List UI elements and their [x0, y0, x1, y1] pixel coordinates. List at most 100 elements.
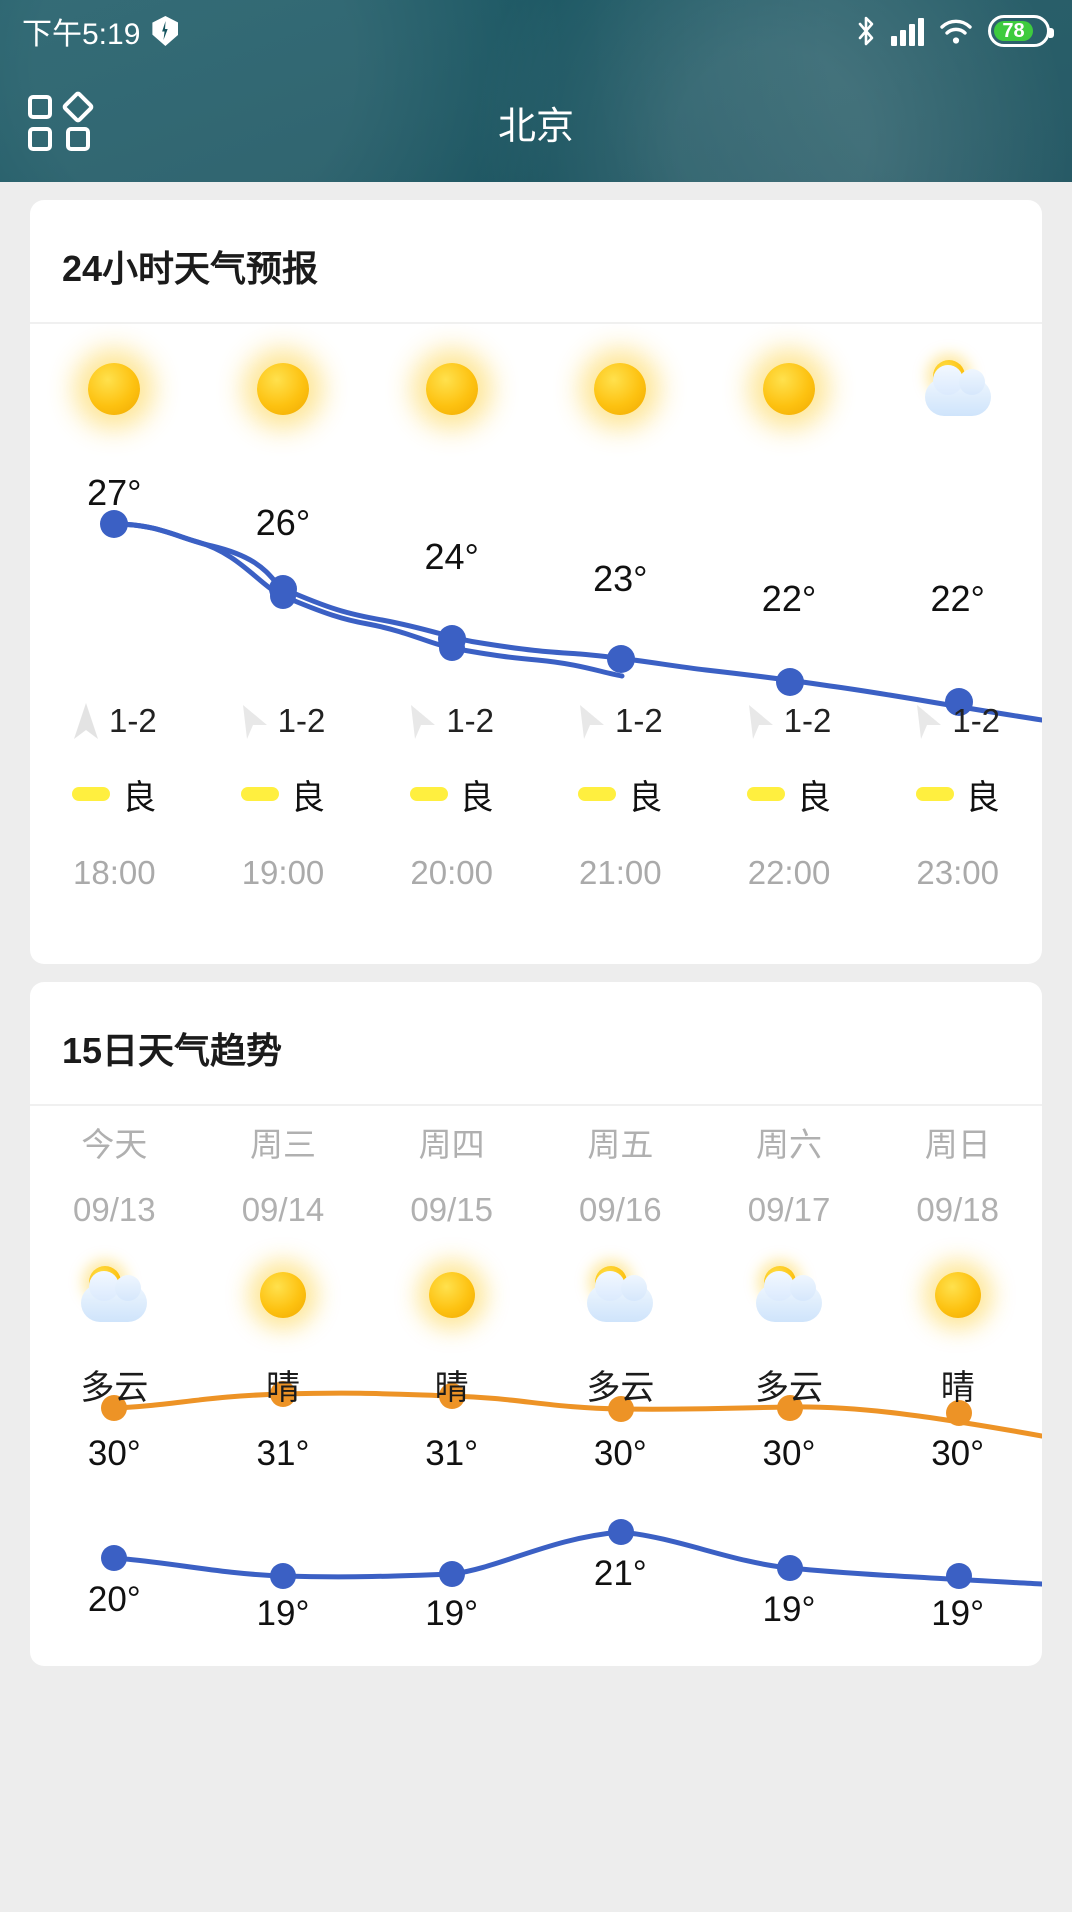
aqi-label: 良 — [459, 778, 494, 817]
day-of-week: 周五 — [587, 1126, 654, 1163]
wind-arrow-icon — [580, 705, 604, 739]
day-of-week: 周三 — [250, 1126, 316, 1163]
day-date: 09/13 — [73, 1191, 156, 1228]
day-high-temp: 30° — [762, 1434, 816, 1473]
aqi-indicator — [915, 787, 954, 801]
hour-time: 21:00 — [579, 854, 662, 891]
daily-column[interactable]: 周日 09/18 晴 30° 19° — [873, 1106, 1042, 1666]
status-time: 下午5:19 — [22, 18, 141, 51]
daily-card-title: 15日天气趋势 — [30, 982, 1042, 1106]
wind-row: 1-2 — [747, 684, 831, 758]
hour-time: 22:00 — [747, 854, 831, 891]
hourly-forecast-card: 24小时天气预报 27° 1-2 良 18:00 26° 1-2 良 19:00… — [30, 200, 1042, 964]
aqi-row: 良 — [409, 758, 494, 830]
hourly-temp: 22° — [930, 578, 985, 619]
aqi-row: 良 — [915, 758, 1000, 830]
daily-column[interactable]: 周四 09/15 晴 31° 19° — [367, 1106, 536, 1666]
daily-column[interactable]: 今天 09/13 多云 30° 20° — [30, 1106, 199, 1666]
signal-bars-icon — [891, 16, 924, 46]
aqi-indicator — [578, 787, 617, 801]
aqi-label: 良 — [291, 778, 325, 817]
wind-row: 1-2 — [578, 684, 663, 758]
wind-level: 1-2 — [108, 702, 157, 739]
daily-column[interactable]: 周五 09/16 多云 30° 21° — [536, 1106, 705, 1666]
partly-cloudy-icon — [921, 324, 995, 454]
battery-icon: 78 — [988, 15, 1054, 47]
sun-icon — [763, 324, 816, 454]
aqi-label: 良 — [965, 778, 1000, 817]
sun-icon — [425, 324, 478, 454]
wind-arrow-icon — [242, 705, 267, 739]
status-bar-right: 78 — [855, 15, 1054, 47]
wifi-icon — [940, 19, 972, 44]
day-condition: 多云 — [586, 1368, 655, 1407]
day-low-temp: 20° — [87, 1580, 141, 1619]
hourly-column[interactable]: 23° 1-2 良 21:00 — [536, 324, 705, 964]
sun-icon — [428, 1242, 475, 1348]
hourly-columns: 27° 1-2 良 18:00 26° 1-2 良 19:00 24° 1-2 … — [30, 324, 1042, 964]
status-bar-left: 下午5:19 — [22, 9, 179, 53]
day-condition: 晴 — [266, 1368, 300, 1407]
aqi-label: 良 — [628, 778, 663, 817]
wind-arrow-icon — [748, 705, 773, 739]
page-title: 北京 — [497, 105, 574, 148]
hourly-column[interactable]: 24° 1-2 良 20:00 — [367, 324, 536, 964]
aqi-indicator — [409, 787, 448, 801]
day-of-week: 周日 — [924, 1126, 991, 1163]
daily-chart[interactable]: 今天 09/13 多云 30° 20° 周三 09/14 晴 31° 19° 周… — [30, 1106, 1042, 1666]
sun-icon — [257, 324, 309, 454]
hourly-temp-slot: 23° — [536, 454, 705, 684]
day-date: 09/18 — [916, 1191, 999, 1228]
day-date: 09/16 — [579, 1191, 662, 1228]
aqi-row: 良 — [72, 758, 156, 830]
hour-time: 20:00 — [410, 854, 493, 891]
hourly-column[interactable]: 26° 1-2 良 19:00 — [199, 324, 368, 964]
hour-time: 23:00 — [916, 854, 999, 891]
aqi-indicator — [747, 787, 786, 801]
day-date: 09/17 — [747, 1191, 831, 1228]
day-high-temp: 30° — [931, 1434, 985, 1473]
aqi-label: 良 — [797, 778, 832, 817]
hourly-column[interactable]: 22° 1-2 良 22:00 — [705, 324, 874, 964]
hourly-column[interactable]: 22° 1-2 良 23:00 — [873, 324, 1042, 964]
hourly-temp-slot: 26° — [199, 454, 368, 684]
sun-icon — [934, 1242, 981, 1348]
wind-arrow-icon — [917, 705, 942, 739]
wind-level: 1-2 — [277, 702, 326, 739]
day-of-week: 周六 — [756, 1126, 823, 1163]
day-low-temp: 19° — [425, 1594, 479, 1633]
hourly-temp: 23° — [593, 558, 648, 599]
day-of-week: 今天 — [81, 1126, 148, 1163]
sun-icon — [260, 1242, 306, 1348]
aqi-row: 良 — [747, 758, 831, 830]
hour-time: 18:00 — [73, 854, 156, 891]
day-high-temp: 30° — [87, 1434, 141, 1473]
battery-level: 78 — [994, 20, 1033, 42]
hourly-temp: 22° — [761, 578, 817, 619]
hourly-card-title: 24小时天气预报 — [30, 200, 1042, 324]
day-condition: 多云 — [755, 1368, 824, 1407]
day-condition: 多云 — [80, 1368, 149, 1407]
aqi-indicator — [241, 787, 279, 801]
hourly-temp-slot: 24° — [367, 454, 536, 684]
hour-time: 19:00 — [241, 854, 325, 891]
hourly-chart[interactable]: 27° 1-2 良 18:00 26° 1-2 良 19:00 24° 1-2 … — [30, 324, 1042, 964]
daily-column[interactable]: 周三 09/14 晴 31° 19° — [199, 1106, 368, 1666]
day-high-temp: 31° — [425, 1434, 479, 1473]
day-of-week: 周四 — [418, 1126, 485, 1163]
hourly-temp: 27° — [87, 472, 142, 513]
wind-level: 1-2 — [615, 702, 663, 739]
day-low-temp: 21° — [593, 1554, 647, 1593]
grid-menu-icon[interactable] — [28, 90, 95, 151]
sun-icon — [88, 324, 141, 454]
day-low-temp: 19° — [931, 1594, 985, 1633]
aqi-row: 良 — [241, 758, 325, 830]
daily-column[interactable]: 周六 09/17 多云 30° 19° — [705, 1106, 874, 1666]
hourly-column[interactable]: 27° 1-2 良 18:00 — [30, 324, 199, 964]
aqi-indicator — [72, 787, 111, 801]
day-condition: 晴 — [434, 1368, 469, 1407]
day-date: 09/14 — [241, 1191, 325, 1228]
day-high-temp: 31° — [256, 1434, 310, 1473]
hourly-temp: 24° — [424, 536, 479, 577]
status-bar: 下午5:19 78 — [0, 0, 1072, 62]
